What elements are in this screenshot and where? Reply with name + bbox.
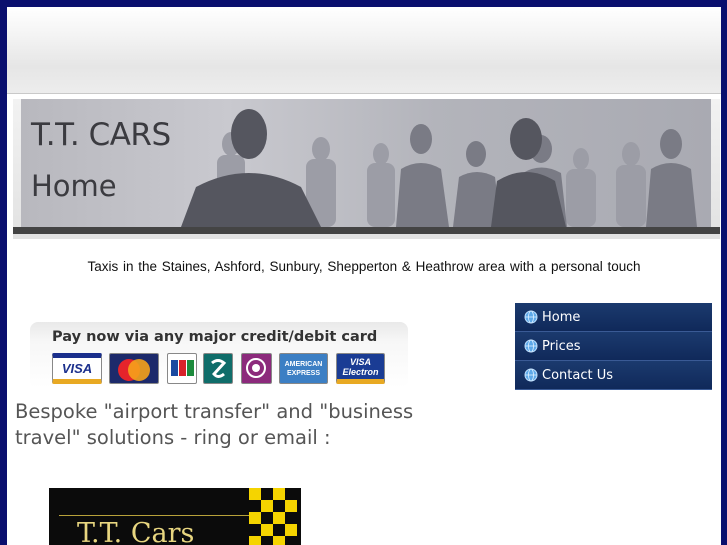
page: T.T. CARS Home Taxis in the Staines, Ash… xyxy=(7,7,721,545)
nav-item-prices[interactable]: Prices xyxy=(515,332,712,361)
switch-card-icon xyxy=(203,353,233,384)
header-banner: T.T. CARS Home xyxy=(13,99,720,239)
visa-electron-card-icon: VISA Electron xyxy=(336,353,385,384)
top-bar xyxy=(7,7,721,94)
globe-bullet-icon xyxy=(524,339,538,353)
promo-text: T.T. Cars xyxy=(77,518,195,545)
visa-card-icon: VISA xyxy=(52,353,102,384)
nav-item-label: Home xyxy=(542,309,581,325)
taxi-checker-icon xyxy=(249,488,297,545)
jcb-card-icon xyxy=(167,353,197,384)
payment-cards-panel: Pay now via any major credit/debit card … xyxy=(30,322,408,388)
page-title: Home xyxy=(31,169,117,203)
globe-bullet-icon xyxy=(524,368,538,382)
nav-item-label: Contact Us xyxy=(542,367,613,383)
nav-item-label: Prices xyxy=(542,338,581,354)
nav-item-home[interactable]: Home xyxy=(515,303,712,332)
site-title: T.T. CARS xyxy=(31,117,171,153)
banner-divider xyxy=(13,227,720,234)
globe-bullet-icon xyxy=(524,310,538,324)
mastercard-card-icon xyxy=(109,353,159,384)
promo-gold-line xyxy=(59,515,249,516)
main-navigation: Home Prices Contact Us xyxy=(515,303,712,390)
tt-cars-promo-image: T.T. Cars xyxy=(49,488,301,545)
bespoke-services-text: Bespoke "airport transfer" and "business… xyxy=(15,400,414,449)
nav-item-contact-us[interactable]: Contact Us xyxy=(515,361,712,390)
payment-title: Pay now via any major credit/debit card xyxy=(52,329,378,345)
amex-card-icon: AMERICAN EXPRESS xyxy=(279,353,328,384)
solo-card-icon xyxy=(241,353,272,384)
tagline: Taxis in the Staines, Ashford, Sunbury, … xyxy=(87,259,641,274)
banner-image: T.T. CARS Home xyxy=(21,99,711,227)
